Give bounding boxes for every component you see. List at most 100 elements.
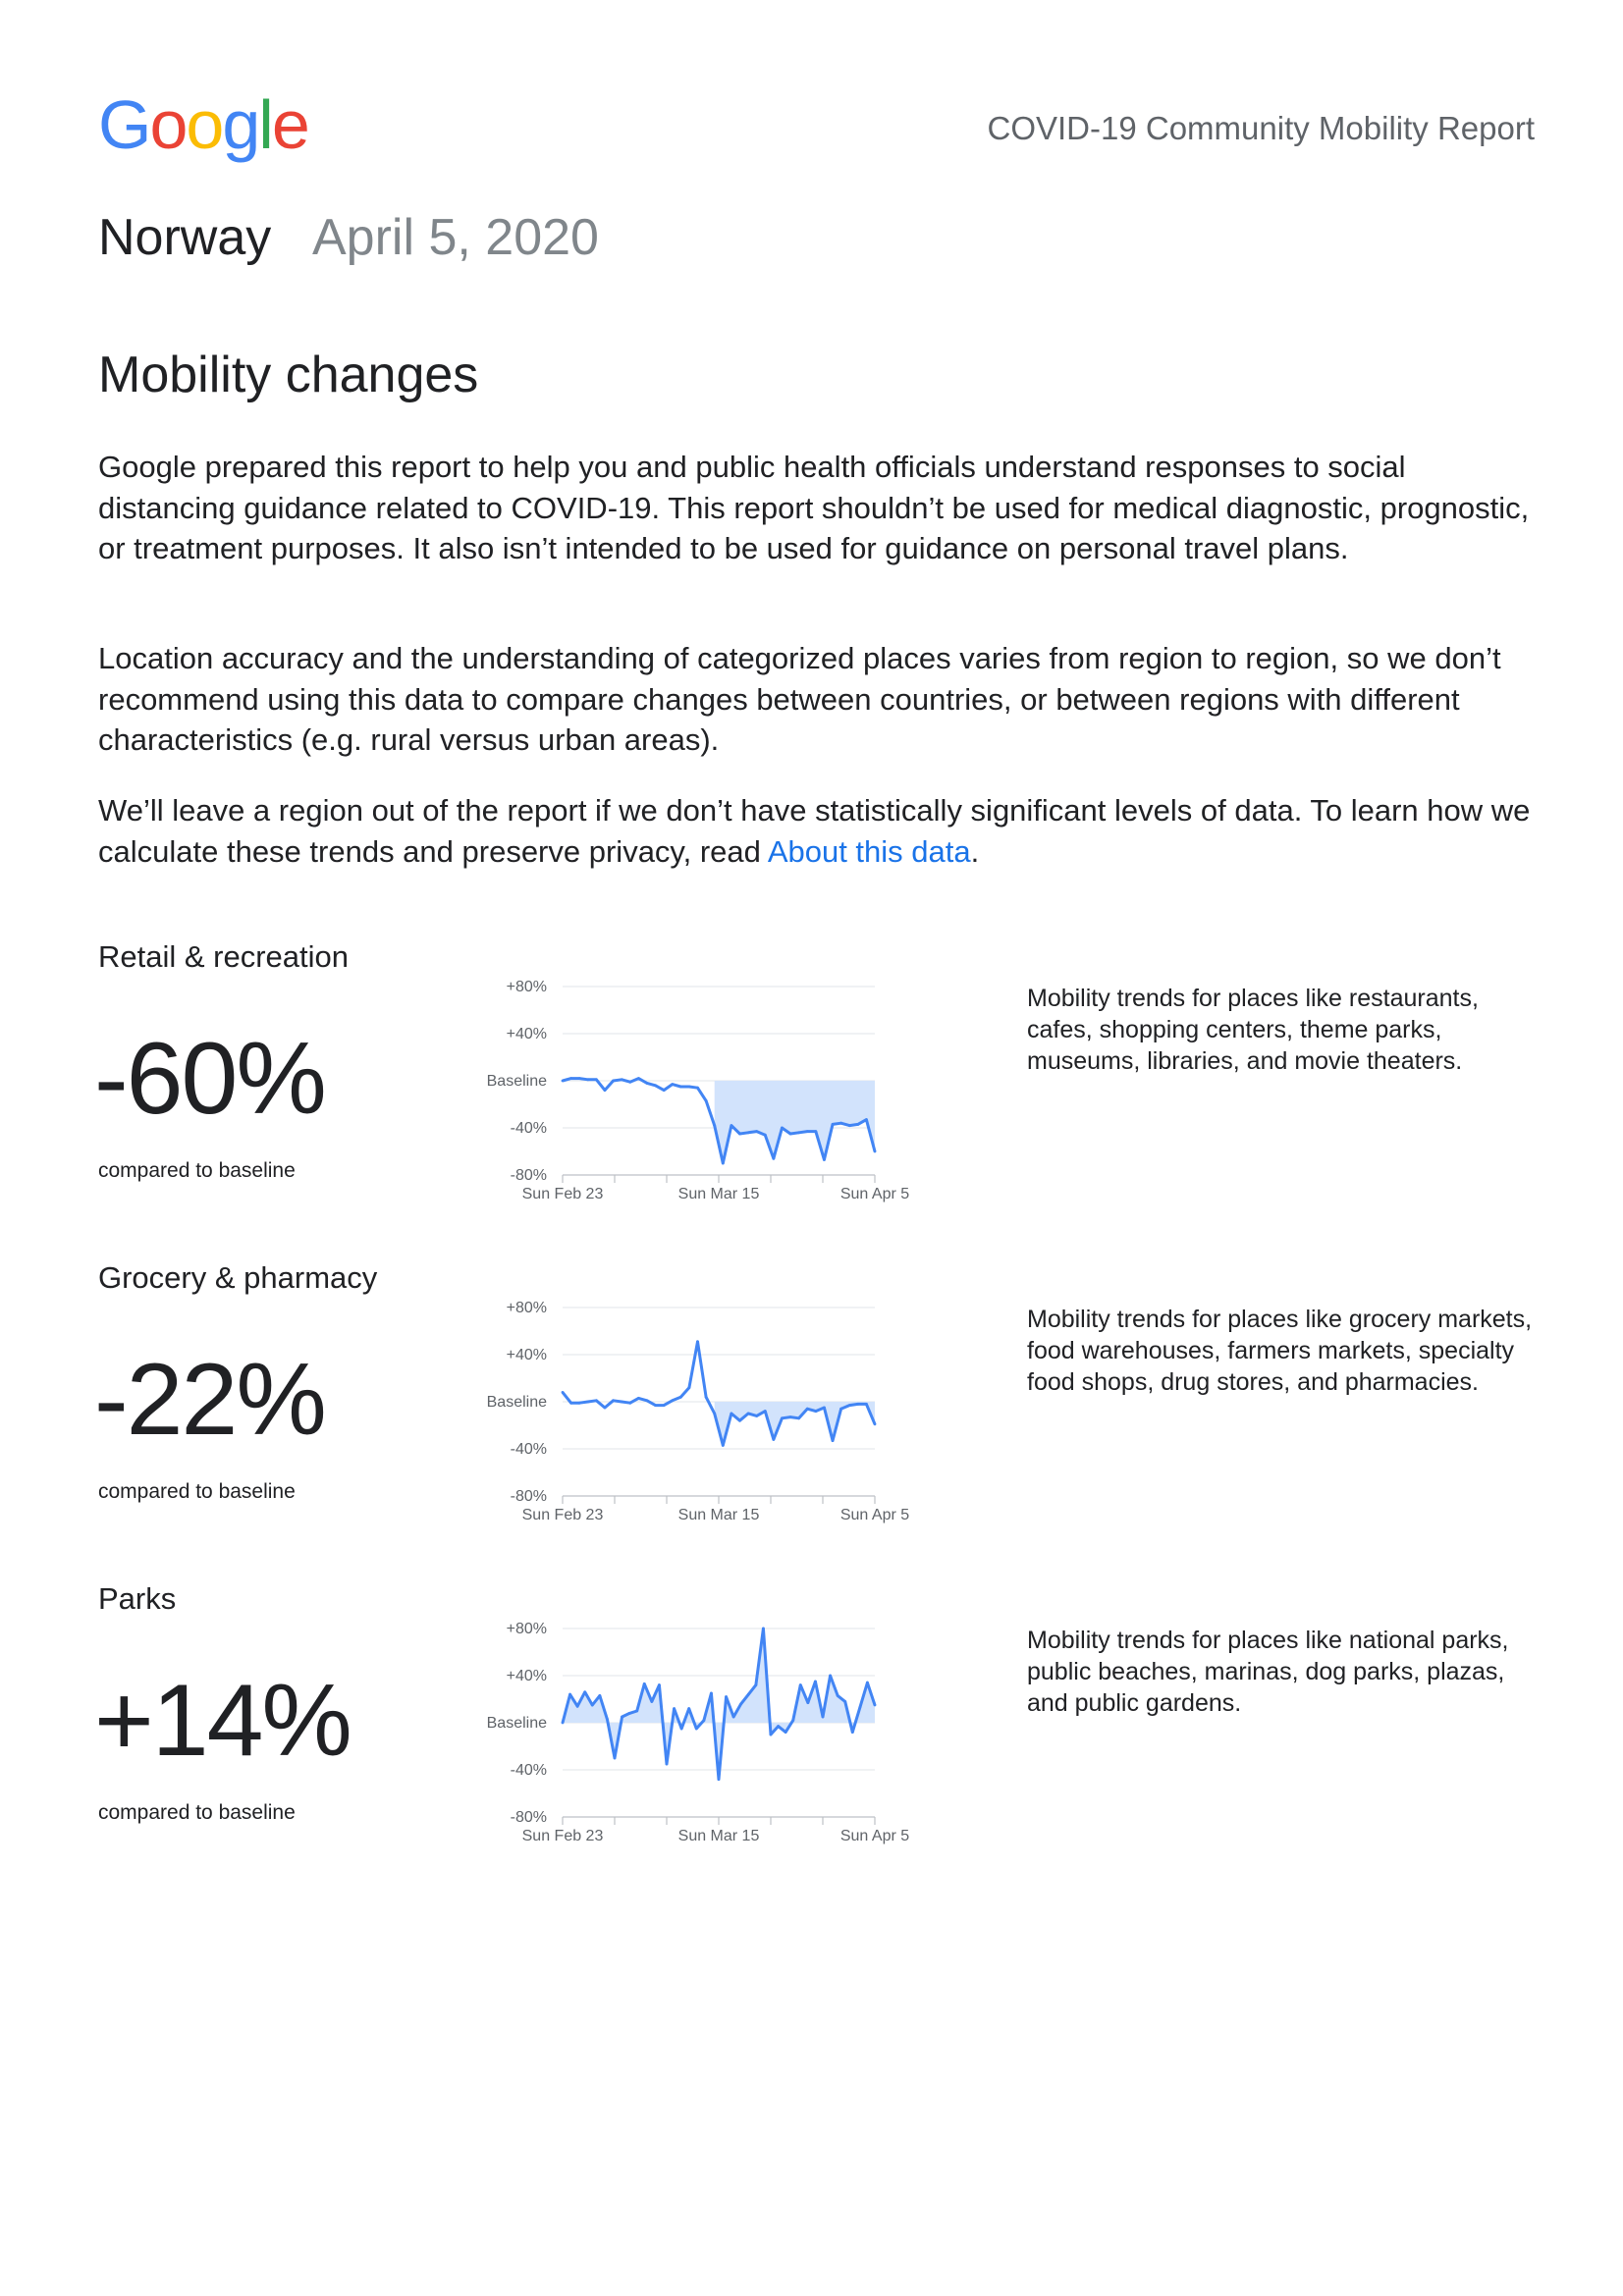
data-point xyxy=(762,1627,765,1630)
logo-letter: e xyxy=(271,86,310,163)
y-tick-label: -80% xyxy=(511,1809,547,1826)
data-point xyxy=(612,1399,615,1403)
data-point xyxy=(694,1727,698,1731)
y-tick-label: Baseline xyxy=(487,1394,547,1411)
data-point xyxy=(738,1132,741,1136)
data-point xyxy=(730,1412,733,1415)
parks-chart: +80% +40% Baseline -40% -80% Sun Feb 23 Sun Ma… xyxy=(487,1621,910,1844)
data-point xyxy=(769,1733,773,1736)
data-point xyxy=(678,1085,682,1089)
data-point xyxy=(586,1078,590,1082)
data-point xyxy=(730,1124,733,1127)
retail-recreation-title: Retail & recreation xyxy=(98,939,350,974)
data-point xyxy=(814,1130,818,1133)
data-point xyxy=(606,1718,609,1721)
data-point xyxy=(636,1397,640,1400)
y-tick-label: -40% xyxy=(511,1762,547,1779)
data-point xyxy=(603,1089,607,1092)
grocery-pharmacy-description: Mobility trends for places like grocery … xyxy=(1027,1306,1533,1396)
data-point xyxy=(763,1133,767,1137)
data-point xyxy=(866,1681,869,1684)
data-point xyxy=(654,1084,657,1088)
data-point xyxy=(781,1126,784,1130)
x-tick-label: Sun Feb 23 xyxy=(522,1186,604,1202)
y-tick-label: +80% xyxy=(507,1300,547,1316)
parks-description: Mobility trends for places like national… xyxy=(1027,1627,1509,1717)
parks-compare: compared to baseline xyxy=(98,1801,296,1824)
data-point xyxy=(839,1121,843,1125)
section-heading: Mobility changes xyxy=(98,347,479,403)
data-point xyxy=(594,1078,598,1082)
data-point xyxy=(721,1444,725,1447)
data-point xyxy=(847,1124,851,1127)
x-tick-label: Sun Apr 5 xyxy=(840,1186,909,1202)
data-point xyxy=(671,1083,675,1086)
data-point xyxy=(650,1700,654,1703)
data-point xyxy=(805,1407,809,1411)
data-point xyxy=(665,1762,669,1766)
x-tick-label: Sun Feb 23 xyxy=(522,1507,604,1523)
x-tick-label: Sun Apr 5 xyxy=(840,1828,909,1844)
data-point xyxy=(791,1719,795,1722)
report-date: April 5, 2020 xyxy=(312,209,599,266)
data-point xyxy=(561,1079,565,1083)
data-point xyxy=(754,1683,758,1686)
data-point xyxy=(814,1410,818,1413)
grocery-pharmacy-compare: compared to baseline xyxy=(98,1480,296,1503)
data-point xyxy=(731,1715,735,1719)
data-point xyxy=(658,1683,661,1686)
baseline-area xyxy=(714,1402,875,1446)
x-tick-label: Sun Mar 15 xyxy=(678,1186,760,1202)
data-point xyxy=(645,1399,649,1403)
data-point xyxy=(739,1702,743,1706)
data-point xyxy=(598,1694,602,1697)
data-point xyxy=(806,1701,810,1704)
retail-recreation-chart: +80% +40% Baseline -40% -80% Sun Feb 23 Sun Ma… xyxy=(487,979,910,1202)
data-point xyxy=(687,1386,691,1389)
data-point xyxy=(788,1132,792,1136)
parks-value: +14% xyxy=(94,1664,352,1778)
logo-letter: o xyxy=(186,86,224,163)
intro-paragraph: Google prepared this report to help you … xyxy=(98,450,1530,565)
data-point xyxy=(713,1124,717,1127)
data-point xyxy=(784,1731,787,1734)
data-point xyxy=(843,1700,847,1703)
data-point xyxy=(725,1695,728,1698)
data-point xyxy=(642,1682,646,1685)
data-point xyxy=(829,1674,832,1678)
data-point xyxy=(814,1680,817,1683)
x-tick-label: Sun Mar 15 xyxy=(678,1507,760,1523)
data-point xyxy=(662,1089,666,1092)
data-point xyxy=(721,1161,725,1165)
grocery-pharmacy-chart: +80% +40% Baseline -40% -80% Sun Feb 23 Sun Ma… xyxy=(487,1300,910,1523)
data-point xyxy=(702,1719,706,1722)
country-name: Norway xyxy=(98,209,272,266)
data-point xyxy=(620,1400,623,1404)
data-point xyxy=(772,1156,776,1160)
logo-letter: g xyxy=(222,86,260,163)
y-tick-label: +40% xyxy=(507,1347,547,1363)
data-point xyxy=(746,1692,750,1696)
data-point xyxy=(594,1399,598,1403)
google-logo: Google xyxy=(98,90,310,159)
y-tick-label: -80% xyxy=(511,1488,547,1505)
data-point xyxy=(612,1079,615,1083)
data-point xyxy=(755,1130,759,1133)
data-point xyxy=(561,1721,565,1725)
data-point xyxy=(710,1691,713,1695)
y-tick-label: +40% xyxy=(507,1668,547,1684)
data-point xyxy=(873,1422,877,1426)
x-tick-label: Sun Mar 15 xyxy=(678,1828,760,1844)
grocery-pharmacy-value: -22% xyxy=(94,1343,327,1457)
data-point xyxy=(856,1403,860,1406)
about-this-data-link[interactable]: About this data xyxy=(768,834,971,869)
logo-letter: G xyxy=(98,86,151,163)
data-point xyxy=(772,1438,776,1441)
data-point xyxy=(577,1077,581,1080)
data-point xyxy=(561,1391,565,1394)
data-point xyxy=(865,1403,868,1406)
x-tick-label: Sun Apr 5 xyxy=(840,1507,909,1523)
data-point xyxy=(620,1078,623,1082)
data-point xyxy=(577,1401,581,1405)
data-point xyxy=(797,1416,801,1420)
